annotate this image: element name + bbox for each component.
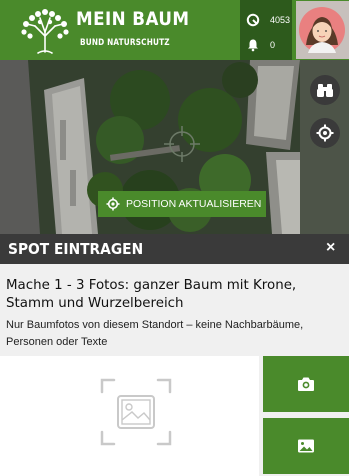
take-photo-button[interactable] [263, 356, 349, 412]
photo-slot[interactable] [0, 356, 259, 476]
points-stat: 4053 [246, 13, 290, 27]
locate-target-icon [106, 197, 120, 211]
choose-image-button[interactable] [263, 418, 349, 474]
profile-button[interactable] [296, 1, 349, 59]
points-ring-icon [246, 13, 260, 27]
instruction-title: Mache 1 - 3 Fotos: ganzer Baum mit Krone… [6, 278, 297, 311]
spot-title: SPOT EINTRAGEN [8, 240, 144, 258]
spot-form-panel: Mache 1 - 3 Fotos: ganzer Baum mit Krone… [0, 264, 349, 476]
notifications-stat: 0 [246, 38, 275, 52]
tree-logo-icon [21, 9, 69, 54]
stats-panel[interactable]: 4053 0 [240, 0, 292, 60]
brand-title: MEIN BAUM [76, 8, 190, 30]
binoculars-icon [317, 84, 333, 97]
crosshair-locate-icon [316, 124, 334, 142]
instruction-subtitle: Nur Baumfotos von diesem Standort – kein… [6, 319, 304, 348]
notifications-count: 0 [270, 40, 276, 50]
app-header: MEIN BAUM BUND NATURSCHUTZ 4053 0 [0, 0, 349, 60]
spot-header: SPOT EINTRAGEN × [0, 234, 349, 264]
update-position-label: POSITION AKTUALISIEREN [126, 198, 262, 210]
locate-button[interactable] [310, 118, 340, 148]
image-placeholder-icon [100, 378, 172, 446]
avatar [299, 7, 345, 53]
binoculars-button[interactable] [310, 75, 340, 105]
close-button[interactable]: × [326, 239, 335, 257]
brand-subtitle: BUND NATURSCHUTZ [80, 38, 170, 48]
bell-icon [248, 39, 258, 52]
satellite-map[interactable]: POSITION AKTUALISIEREN [0, 60, 349, 234]
points-count: 4053 [270, 15, 291, 25]
image-gallery-icon [298, 439, 314, 453]
update-position-button[interactable]: POSITION AKTUALISIEREN [98, 191, 266, 217]
camera-icon [298, 377, 314, 391]
